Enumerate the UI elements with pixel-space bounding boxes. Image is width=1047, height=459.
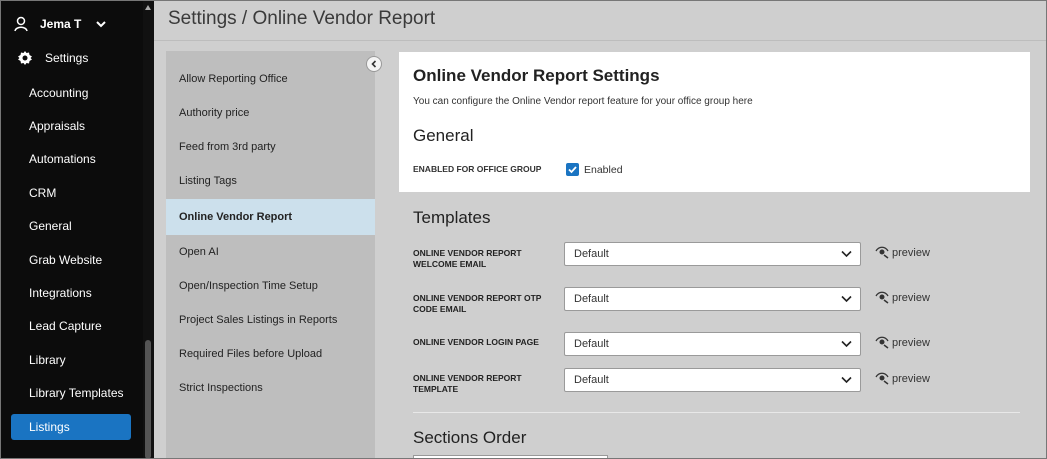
templates-section-title: Templates xyxy=(413,208,491,227)
preview-label: preview xyxy=(892,336,930,349)
select-value: Default xyxy=(574,248,609,260)
subnav-item-label: Strict Inspections xyxy=(179,382,263,394)
chevron-down-icon xyxy=(841,376,852,384)
subnav-item-label: Feed from 3rd party xyxy=(179,141,276,153)
nav-item-automations[interactable]: Automations xyxy=(0,143,143,176)
subnav-item-open-ai[interactable]: Open AI xyxy=(166,235,375,269)
nav-item-library-templates[interactable]: Library Templates xyxy=(0,377,143,410)
enabled-checkbox[interactable] xyxy=(566,163,579,176)
select-value: Default xyxy=(574,293,609,305)
nav-item-label: Listings xyxy=(29,419,70,434)
user-icon xyxy=(14,16,28,32)
template-label-otp-code-email: ONLINE VENDOR REPORT OTP CODE EMAIL xyxy=(413,293,542,314)
subnav-item-listing-tags[interactable]: Listing Tags xyxy=(166,164,375,198)
nav-item-lead-capture[interactable]: Lead Capture xyxy=(0,310,143,343)
nav-list: Accounting Appraisals Automations CRM Ge… xyxy=(0,76,143,440)
nav-item-label: Automations xyxy=(29,152,96,167)
subnav-item-feed-from-3rd-party[interactable]: Feed from 3rd party xyxy=(166,130,375,164)
user-name: Jema T xyxy=(40,17,82,31)
settings-heading: Online Vendor Report Settings xyxy=(413,66,660,85)
select-value: Default xyxy=(574,338,609,350)
template-label-report-template: ONLINE VENDOR REPORT TEMPLATE xyxy=(413,373,522,394)
nav-settings[interactable]: Settings xyxy=(17,50,88,66)
subnav-item-label: Listing Tags xyxy=(179,175,237,187)
nav-item-label: CRM xyxy=(29,185,57,200)
nav-item-label: Accounting xyxy=(29,85,89,100)
template-select-otp-code-email[interactable]: Default xyxy=(564,287,861,311)
scrollbar-thumb[interactable] xyxy=(145,340,151,459)
template-label-login-page: ONLINE VENDOR LOGIN PAGE xyxy=(413,337,539,347)
settings-description: You can configure the Online Vendor repo… xyxy=(413,96,753,107)
page-title: Settings / Online Vendor Report xyxy=(168,8,436,29)
nav-item-listings[interactable]: Listings xyxy=(11,413,131,440)
select-value: Default xyxy=(574,374,609,386)
subnav-item-label: Open AI xyxy=(179,246,219,258)
sections-order-title: Sections Order xyxy=(413,428,527,447)
chevron-left-icon xyxy=(371,60,377,68)
subnav-item-label: Online Vendor Report xyxy=(179,211,293,223)
settings-card: Online Vendor Report Settings You can co… xyxy=(399,52,1030,192)
scroll-up-arrow-icon[interactable] xyxy=(145,5,151,10)
chevron-down-icon xyxy=(841,340,852,348)
preview-link-welcome-email[interactable]: preview xyxy=(875,246,930,259)
subnav-item-label: Required Files before Upload xyxy=(179,348,323,360)
preview-label: preview xyxy=(892,291,930,304)
subnav-item-allow-reporting-office[interactable]: Allow Reporting Office xyxy=(166,62,375,96)
preview-eye-icon xyxy=(875,372,889,385)
sections-order-list[interactable] xyxy=(413,455,608,459)
nav-item-grab-website[interactable]: Grab Website xyxy=(0,243,143,276)
subnav-item-project-sales-listings[interactable]: Project Sales Listings in Reports xyxy=(166,303,375,337)
subnav-item-label: Allow Reporting Office xyxy=(179,73,288,85)
checkmark-icon xyxy=(568,166,577,174)
nav-item-label: Library Templates xyxy=(29,386,124,401)
preview-link-otp-code-email[interactable]: preview xyxy=(875,291,930,304)
subnav-item-label: Project Sales Listings in Reports xyxy=(179,314,338,326)
preview-eye-icon xyxy=(875,291,889,304)
nav-item-label: Grab Website xyxy=(29,252,103,267)
preview-label: preview xyxy=(892,246,930,259)
chevron-down-icon[interactable] xyxy=(95,19,107,29)
user-menu[interactable]: Jema T xyxy=(14,14,107,34)
subnav-item-label: Open/Inspection Time Setup xyxy=(179,280,318,292)
nav-item-integrations[interactable]: Integrations xyxy=(0,276,143,309)
chevron-down-icon xyxy=(841,295,852,303)
subnav-item-strict-inspections[interactable]: Strict Inspections xyxy=(166,371,375,405)
nav-item-label: General xyxy=(29,219,72,234)
nav-item-label: Integrations xyxy=(29,286,92,301)
subnav-item-online-vendor-report[interactable]: Online Vendor Report xyxy=(166,199,375,235)
sidebar-scrollbar[interactable] xyxy=(143,0,154,459)
preview-link-login-page[interactable]: preview xyxy=(875,336,930,349)
nav-item-crm[interactable]: CRM xyxy=(0,176,143,209)
template-select-report-template[interactable]: Default xyxy=(564,368,861,392)
subnav-item-authority-price[interactable]: Authority price xyxy=(166,96,375,130)
subnav-item-label: Authority price xyxy=(179,107,250,119)
template-select-welcome-email[interactable]: Default xyxy=(564,242,861,266)
preview-eye-icon xyxy=(875,336,889,349)
section-divider xyxy=(413,412,1020,413)
collapse-subnav-button[interactable] xyxy=(366,56,382,72)
subnav-item-open-inspection-time-setup[interactable]: Open/Inspection Time Setup xyxy=(166,269,375,303)
settings-subnav: Allow Reporting Office Authority price F… xyxy=(166,51,375,459)
nav-item-label: Appraisals xyxy=(29,119,86,134)
nav-item-library[interactable]: Library xyxy=(0,343,143,376)
template-label-welcome-email: ONLINE VENDOR REPORT WELCOME EMAIL xyxy=(413,248,522,269)
preview-link-report-template[interactable]: preview xyxy=(875,372,930,385)
enabled-checkbox-label[interactable]: Enabled xyxy=(584,164,623,176)
nav-item-general[interactable]: General xyxy=(0,210,143,243)
chevron-down-icon xyxy=(841,250,852,258)
nav-item-label: Lead Capture xyxy=(29,319,102,334)
gear-icon xyxy=(18,51,32,65)
header-divider xyxy=(154,40,1047,41)
nav-item-appraisals[interactable]: Appraisals xyxy=(0,109,143,142)
template-select-login-page[interactable]: Default xyxy=(564,332,861,356)
preview-label: preview xyxy=(892,372,930,385)
nav-item-label: Library xyxy=(29,352,66,367)
main-sidebar: Jema T Settings Accounting Appraisals Au… xyxy=(0,0,143,459)
general-section-title: General xyxy=(413,126,474,145)
preview-eye-icon xyxy=(875,246,889,259)
nav-settings-label: Settings xyxy=(45,51,89,65)
subnav-item-required-files[interactable]: Required Files before Upload xyxy=(166,337,375,371)
nav-item-accounting[interactable]: Accounting xyxy=(0,76,143,109)
enabled-for-office-group-label: ENABLED FOR OFFICE GROUP xyxy=(413,164,542,174)
